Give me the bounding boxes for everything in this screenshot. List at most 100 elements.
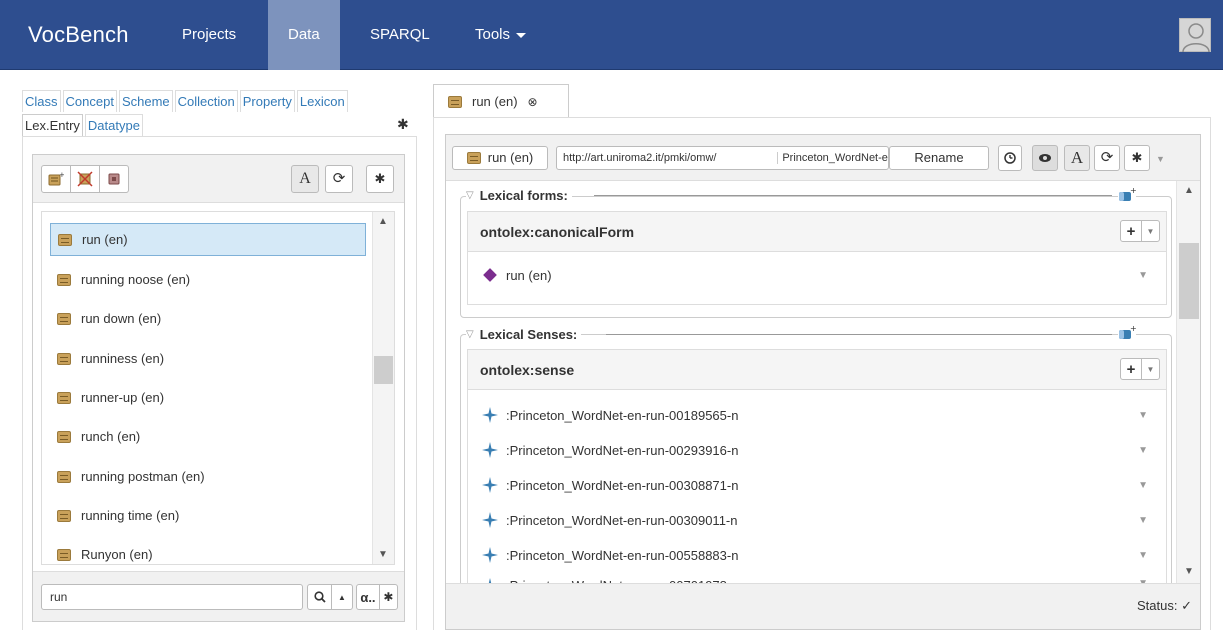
sense-value: :Princeton_WordNet-en-run-00558883-n (506, 547, 739, 563)
left-tabs-row-2: Lex.Entry Datatype (22, 114, 145, 136)
add-sense-icon[interactable]: + (1118, 324, 1137, 341)
entry-label: runner-up (en) (81, 390, 165, 405)
list-item[interactable]: runniness (en) (50, 342, 366, 375)
rename-button[interactable]: Rename (889, 146, 989, 170)
alphabetic-index-button[interactable]: α.. (357, 585, 380, 609)
resource-scrollbar[interactable]: ▲ ▼ (1176, 181, 1200, 583)
sense-row[interactable]: :Princeton_WordNet-en-run-00189565-n ▼ (478, 398, 1158, 432)
section-title: Lexical Senses: (479, 326, 578, 342)
sense-row[interactable]: :Princeton_WordNet-en-run-00558883-n ▼ (478, 538, 1158, 572)
left-panel-border (22, 137, 23, 630)
lexical-entry-icon (57, 391, 71, 404)
caret-down-icon[interactable]: ▼ (1142, 359, 1159, 379)
resource-tab[interactable]: run (en) ⊗ (433, 84, 569, 118)
list-item[interactable]: run (en) (50, 223, 366, 256)
user-avatar-icon[interactable] (1179, 18, 1211, 53)
sense-row[interactable]: :Princeton_WordNet-en-run-00309011-n ▼ (478, 503, 1158, 537)
lexical-entry-icon (57, 509, 71, 522)
scroll-down-icon[interactable]: ▼ (1184, 566, 1194, 577)
tab-datatype[interactable]: Datatype (84, 114, 143, 136)
resource-view: run (en) http://art.uniroma2.it/pmki/omw… (445, 134, 1201, 630)
brand-logo[interactable]: VocBench (28, 22, 129, 48)
caret-down-icon[interactable]: ▼ (1138, 550, 1148, 561)
entry-label: run (en) (82, 232, 128, 247)
refresh-icon[interactable]: ⟳ (325, 165, 353, 193)
gear-icon[interactable]: ✱ (1124, 145, 1150, 171)
uri-local-name[interactable]: Princeton_WordNet-en-run (778, 152, 888, 164)
search-icon[interactable] (308, 585, 332, 609)
plus-icon[interactable]: + (1121, 359, 1142, 379)
caret-down-icon[interactable]: ▼ (1138, 270, 1148, 281)
list-scrollbar[interactable]: ▲ ▼ (372, 212, 394, 564)
nav-sparql[interactable]: SPARQL (350, 0, 450, 70)
search-input[interactable] (41, 584, 303, 610)
tab-scheme[interactable]: Scheme (118, 90, 173, 112)
list-item[interactable]: run down (en) (50, 302, 366, 335)
scroll-up-icon[interactable]: ▲ (1184, 185, 1194, 196)
lexical-forms-legend[interactable]: ▽ Lexical forms: (466, 186, 572, 204)
add-entry-icon: + (48, 171, 64, 186)
language-toggle-button[interactable]: A (1064, 145, 1090, 171)
caret-down-icon[interactable]: ▼ (1138, 515, 1148, 526)
sense-header: ontolex:sense + ▼ (468, 350, 1166, 390)
plus-icon[interactable]: + (1121, 221, 1142, 241)
scroll-thumb[interactable] (1179, 243, 1199, 319)
sense-row[interactable]: :Princeton_WordNet-en-run-00293916-n ▼ (478, 433, 1158, 467)
list-item[interactable]: running time (en) (50, 499, 366, 532)
list-item[interactable]: runner-up (en) (50, 381, 366, 414)
nav-data[interactable]: Data (268, 0, 340, 70)
tabs-divider (22, 136, 417, 137)
tab-property[interactable]: Property (239, 90, 295, 112)
tab-concept[interactable]: Concept (62, 90, 117, 112)
delete-entry-button[interactable] (71, 166, 100, 192)
gear-icon[interactable]: ✱ (380, 585, 397, 609)
resource-uri-field[interactable]: http://art.uniroma2.it/pmki/omw/ Princet… (556, 146, 889, 170)
status-bar: Status: ✓ (446, 583, 1200, 629)
caret-down-icon[interactable]: ▼ (1138, 410, 1148, 421)
scroll-up-icon[interactable]: ▲ (378, 216, 388, 227)
settings-menu[interactable]: ✱ ▼ (1124, 145, 1170, 171)
nav-tools[interactable]: Tools (455, 0, 546, 70)
list-item[interactable]: Runyon (en) (50, 538, 366, 564)
lexical-entry-icon (57, 273, 71, 286)
sense-row[interactable]: :Princeton_WordNet-en-run-00308871-n ▼ (478, 468, 1158, 502)
refresh-icon[interactable]: ⟳ (1094, 145, 1120, 171)
scroll-thumb[interactable] (374, 356, 393, 384)
left-tabs-row-1: Class Concept Scheme Collection Property… (22, 90, 350, 112)
caret-down-icon[interactable]: ▼ (1142, 221, 1159, 241)
tab-lexicon[interactable]: Lexicon (296, 90, 348, 112)
tab-class[interactable]: Class (22, 90, 61, 112)
create-entry-button[interactable]: + (42, 166, 71, 192)
collapse-icon[interactable]: ▽ (466, 329, 474, 340)
search-button-group: ▲ (307, 584, 353, 610)
gear-icon[interactable]: ✱ (397, 116, 409, 133)
caret-down-icon[interactable]: ▼ (1156, 154, 1165, 164)
lexical-sense-icon (482, 407, 498, 423)
list-item[interactable]: running noose (en) (50, 263, 366, 296)
search-options-caret-icon[interactable]: ▲ (332, 585, 352, 609)
form-diamond-icon (483, 268, 497, 282)
add-form-icon[interactable]: + (1118, 186, 1137, 203)
nav-projects[interactable]: Projects (162, 0, 256, 70)
tab-lex-entry[interactable]: Lex.Entry (22, 114, 83, 136)
list-item[interactable]: running postman (en) (50, 460, 366, 493)
lexical-entry-icon (57, 548, 71, 561)
list-item[interactable]: runch (en) (50, 420, 366, 453)
caret-down-icon[interactable]: ▼ (1138, 445, 1148, 456)
close-tab-icon[interactable]: ⊗ (528, 95, 538, 109)
language-toggle-button[interactable]: A (291, 165, 319, 193)
caret-down-icon[interactable]: ▼ (1138, 480, 1148, 491)
gear-icon[interactable]: ✱ (366, 165, 394, 193)
status-indicator[interactable]: Status: ✓ (1137, 598, 1192, 614)
history-clock-icon[interactable] (998, 145, 1022, 171)
eye-icon[interactable] (1032, 145, 1058, 171)
lexical-senses-legend[interactable]: ▽ Lexical Senses: (466, 325, 582, 343)
lexical-forms-section: ontolex:canonicalForm + ▼ run (en) ▼ (460, 196, 1172, 318)
tab-collection[interactable]: Collection (174, 90, 238, 112)
scroll-down-icon[interactable]: ▼ (378, 549, 388, 560)
lexical-entry-icon (57, 470, 71, 483)
delete-entry-icon (77, 171, 93, 187)
entry-info-button[interactable] (100, 166, 128, 192)
form-row[interactable]: run (en) ▼ (478, 258, 1158, 292)
collapse-icon[interactable]: ▽ (466, 190, 474, 201)
